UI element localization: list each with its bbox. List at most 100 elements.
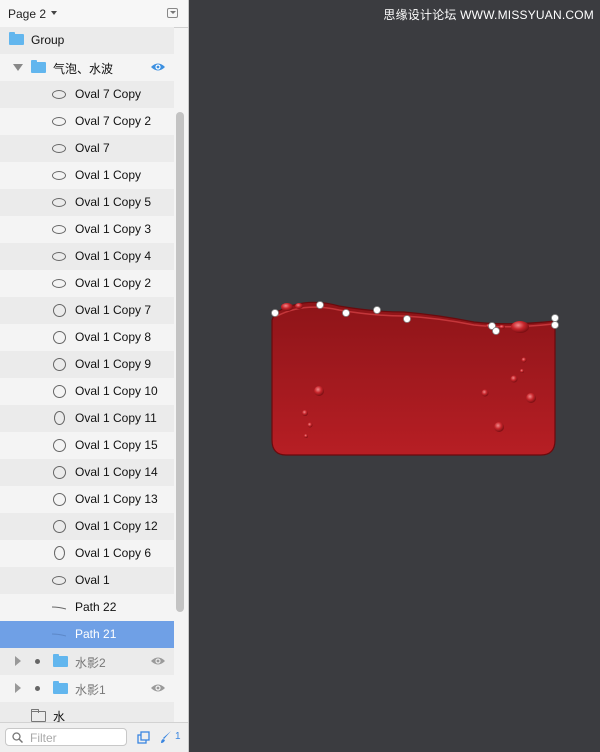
layers-scrollbar[interactable] <box>176 112 184 612</box>
bubble <box>281 303 293 311</box>
layer-row[interactable]: Oval 1 Copy <box>0 162 174 189</box>
filter-field[interactable] <box>5 728 127 746</box>
folder-icon <box>53 654 68 667</box>
layer-label: Oval 1 Copy 8 <box>75 330 152 344</box>
layer-row[interactable]: Oval 7 Copy <box>0 81 174 108</box>
oval-icon <box>52 117 66 126</box>
folder-icon <box>53 681 68 694</box>
layer-label: Oval 1 Copy 12 <box>75 519 158 533</box>
filter-input[interactable] <box>28 730 127 746</box>
layer-row[interactable]: Oval 1 Copy 7 <box>0 297 174 324</box>
bubble <box>302 410 308 416</box>
layer-row[interactable]: Oval 1 Copy 5 <box>0 189 174 216</box>
oval-icon <box>52 279 66 288</box>
bubble <box>304 434 308 438</box>
layer-label: 水影2 <box>75 656 106 670</box>
eye-icon[interactable] <box>150 683 166 693</box>
page-selector[interactable]: Page 2 <box>8 7 46 21</box>
water-artwork[interactable] <box>189 0 600 752</box>
disclosure-triangle-icon[interactable] <box>15 683 21 693</box>
eye-icon[interactable] <box>150 656 166 666</box>
oval-icon <box>52 90 66 99</box>
layer-label: Oval 1 Copy 9 <box>75 357 152 371</box>
collapse-panel-icon[interactable] <box>167 8 178 18</box>
oval-icon <box>53 358 66 371</box>
layers-bottom-toolbar: 1 <box>0 722 188 752</box>
layer-row[interactable]: Oval 1 Copy 13 <box>0 486 174 513</box>
layers-panel: Page 2 Group 气泡、水波 Oval 7 Copy Oval 7 Cop… <box>0 0 189 752</box>
layer-row-bubble-group[interactable]: 气泡、水波 <box>0 54 174 81</box>
path-handle <box>551 314 559 322</box>
layer-row[interactable]: Oval 1 Copy 3 <box>0 216 174 243</box>
path-handle <box>551 321 559 329</box>
layer-label: Path 22 <box>75 600 117 614</box>
layer-label: 气泡、水波 <box>53 62 114 76</box>
oval-icon <box>53 385 66 398</box>
bubble <box>494 422 504 432</box>
path-handle <box>492 327 500 335</box>
layer-label: Oval 1 Copy 4 <box>75 249 152 263</box>
bubble <box>521 357 527 363</box>
bubble <box>526 393 536 403</box>
layer-row[interactable]: Oval 1 Copy 12 <box>0 513 174 540</box>
layer-row[interactable]: Oval 7 <box>0 135 174 162</box>
layer-row[interactable]: Oval 1 Copy 11 <box>0 405 174 432</box>
layer-row[interactable]: Path 22 <box>0 594 174 621</box>
bubble <box>510 375 518 383</box>
layer-row-shadow1[interactable]: 水影1 <box>0 675 174 702</box>
brush-icon[interactable] <box>160 730 172 744</box>
oval-icon <box>53 466 66 479</box>
layer-row[interactable]: Path 21 <box>0 621 174 648</box>
layer-label: Path 21 <box>75 627 117 641</box>
layer-row[interactable]: Oval 1 Copy 4 <box>0 243 174 270</box>
layer-row[interactable]: Oval 1 Copy 10 <box>0 378 174 405</box>
layer-label: Oval 1 Copy 13 <box>75 492 158 506</box>
bubble <box>511 321 529 333</box>
path-icon <box>52 606 66 610</box>
bubble <box>499 325 505 329</box>
brush-count: 1 <box>175 731 181 742</box>
status-dot <box>35 686 40 691</box>
search-icon <box>12 732 23 743</box>
path-handle <box>403 315 411 323</box>
oval-icon <box>52 171 66 180</box>
eye-icon[interactable] <box>150 62 166 72</box>
oval-icon <box>52 576 66 585</box>
path-handle <box>316 301 324 309</box>
path-handle <box>271 309 279 317</box>
canvas[interactable]: 思缘设计论坛 WWW.MISSYUAN.COM <box>189 0 600 752</box>
layer-row[interactable]: Oval 1 <box>0 567 174 594</box>
oval-icon <box>52 144 66 153</box>
layer-label: Oval 7 Copy 2 <box>75 114 152 128</box>
layer-row[interactable]: Oval 1 Copy 8 <box>0 324 174 351</box>
layer-row[interactable]: Oval 1 Copy 6 <box>0 540 174 567</box>
path-icon <box>52 633 66 637</box>
status-dot <box>35 659 40 664</box>
layer-label: Oval 1 Copy 5 <box>75 195 152 209</box>
disclosure-triangle-icon[interactable] <box>13 64 23 71</box>
layer-label: Group <box>31 33 65 47</box>
layer-row[interactable]: Oval 1 Copy 2 <box>0 270 174 297</box>
disclosure-triangle-icon[interactable] <box>15 656 21 666</box>
layer-row-group[interactable]: Group <box>0 27 174 54</box>
bubble <box>520 369 524 373</box>
path-handle <box>342 309 350 317</box>
oval-icon <box>53 493 66 506</box>
layer-row[interactable]: Oval 7 Copy 2 <box>0 108 174 135</box>
layer-label: Oval 1 Copy 2 <box>75 276 152 290</box>
layer-row[interactable]: Oval 1 Copy 15 <box>0 432 174 459</box>
layer-label: Oval 1 Copy 15 <box>75 438 158 452</box>
layer-label: Oval 7 Copy <box>75 87 142 101</box>
layer-row[interactable]: Oval 1 Copy 9 <box>0 351 174 378</box>
layer-label: Oval 7 <box>75 141 110 155</box>
path-handle <box>373 306 381 314</box>
bubble <box>307 422 313 428</box>
layer-label: Oval 1 Copy 7 <box>75 303 152 317</box>
layer-row-shadow2[interactable]: 水影2 <box>0 648 174 675</box>
chevron-down-icon[interactable] <box>51 11 57 15</box>
copy-icon[interactable] <box>137 731 151 745</box>
oval-icon <box>53 520 66 533</box>
layer-row[interactable]: Oval 1 Copy 14 <box>0 459 174 486</box>
bubble <box>481 389 489 397</box>
folder-icon <box>31 709 46 722</box>
